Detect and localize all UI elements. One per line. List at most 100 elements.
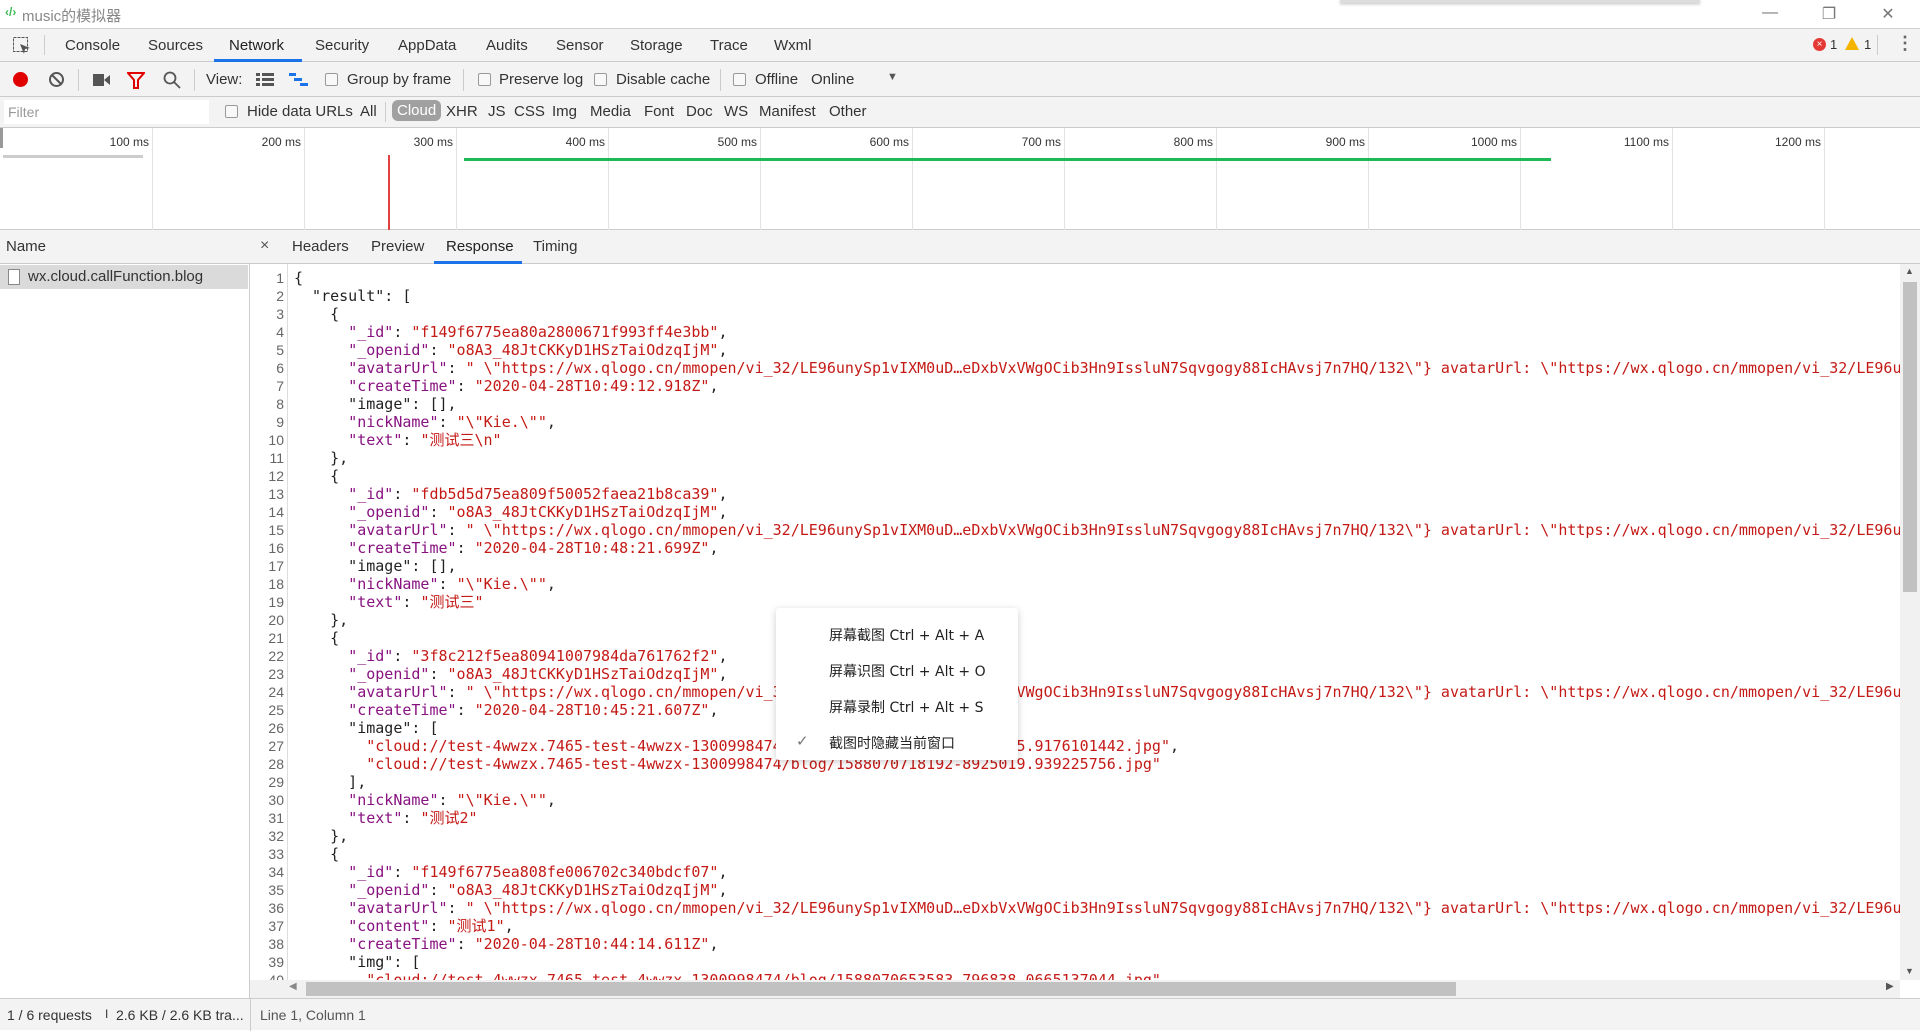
minimize-button[interactable]: —	[1755, 4, 1785, 22]
check-icon: ✓	[796, 732, 809, 750]
filter-type-js[interactable]: JS	[488, 103, 506, 120]
chevron-down-icon[interactable]: ▼	[887, 71, 898, 83]
warning-icon[interactable]	[1845, 37, 1859, 50]
restore-button[interactable]: ❐	[1814, 4, 1844, 24]
vertical-scrollbar[interactable]: ▲ ▼	[1900, 264, 1920, 980]
error-count[interactable]: 1	[1830, 37, 1837, 52]
tab-appdata[interactable]: AppData	[398, 37, 456, 54]
line-number: 21	[268, 630, 284, 646]
more-options-icon[interactable]: ⋮	[1896, 33, 1914, 54]
filter-icon[interactable]	[125, 72, 147, 94]
disable-cache-checkbox[interactable]	[594, 73, 607, 86]
inspect-element-icon[interactable]	[12, 36, 32, 60]
group-by-frame-label: Group by frame	[347, 71, 452, 88]
search-icon[interactable]	[163, 71, 181, 93]
offline-checkbox[interactable]	[733, 73, 746, 86]
tab-storage[interactable]: Storage	[630, 37, 683, 54]
timeline-gridline	[760, 128, 761, 230]
close-detail-icon[interactable]: ×	[260, 237, 269, 255]
request-detail-panel: × Headers Preview Response Timing 123456…	[250, 230, 1920, 998]
horizontal-scrollbar[interactable]: ◀ ▶	[250, 980, 1900, 998]
tab-preview[interactable]: Preview	[371, 238, 424, 255]
timeline-tick-label: 500 ms	[717, 135, 757, 149]
filter-type-manifest[interactable]: Manifest	[759, 103, 816, 120]
close-button[interactable]: ✕	[1873, 4, 1903, 24]
response-viewer[interactable]: 1 2 3 4 5 6 7 8 9 10 11 12 13 14 15 16 17 18 19 20 21 22 23 24 2…	[250, 264, 1900, 986]
tab-audits[interactable]: Audits	[486, 37, 528, 54]
code-line: "image": [],	[294, 557, 457, 575]
code-line: {	[294, 845, 340, 863]
preserve-log-label: Preserve log	[499, 71, 584, 88]
tab-network[interactable]: Network	[229, 37, 284, 54]
large-rows-view-icon[interactable]	[256, 73, 274, 91]
tab-security[interactable]: Security	[315, 37, 369, 54]
line-number: 33	[268, 846, 284, 862]
line-number: 13	[268, 486, 284, 502]
filter-type-font[interactable]: Font	[644, 103, 674, 120]
request-row[interactable]: wx.cloud.callFunction.blog	[0, 265, 248, 289]
timeline-gridline	[608, 128, 609, 230]
timeline-gridline	[456, 128, 457, 230]
tab-timing[interactable]: Timing	[533, 238, 577, 255]
line-number: 30	[268, 792, 284, 808]
filter-input[interactable]	[4, 100, 209, 124]
code-line: "text": "测试三"	[348, 593, 484, 611]
code-line: "_id": "fdb5d5d75ea809f50052faea21b8ca39…	[348, 485, 728, 503]
tab-headers[interactable]: Headers	[292, 238, 349, 255]
menu-item-screen-recognize[interactable]: 屏幕识图 Ctrl + Alt + O	[829, 661, 986, 681]
group-by-frame-checkbox[interactable]	[325, 73, 338, 86]
line-number: 4	[276, 324, 284, 340]
timeline-selection-handle[interactable]	[0, 128, 3, 148]
hide-data-urls-checkbox[interactable]	[225, 105, 238, 118]
tab-wxml[interactable]: Wxml	[774, 37, 812, 54]
waterfall-view-icon[interactable]	[289, 73, 309, 91]
filter-type-doc[interactable]: Doc	[686, 103, 713, 120]
line-number: 22	[268, 648, 284, 664]
horizontal-scroll-thumb[interactable]	[306, 982, 1456, 996]
warning-count[interactable]: 1	[1864, 37, 1871, 52]
throttling-select[interactable]: Online	[811, 71, 854, 88]
devtools-tab-bar: Console Sources Network Security AppData…	[0, 29, 1920, 62]
menu-item-screen-record[interactable]: 屏幕录制 Ctrl + Alt + S	[829, 697, 983, 717]
tab-sensor[interactable]: Sensor	[556, 37, 604, 54]
name-column-header[interactable]: Name	[0, 230, 250, 264]
window-title-bar: ‹/› music的模拟器 — ❐ ✕	[0, 0, 1920, 29]
line-number: 31	[268, 810, 284, 826]
filter-type-media[interactable]: Media	[590, 103, 631, 120]
filter-type-ws[interactable]: WS	[724, 103, 748, 120]
menu-item-screen-capture[interactable]: 屏幕截图 Ctrl + Alt + A	[829, 625, 984, 645]
line-number: 24	[268, 684, 284, 700]
filter-type-cloud[interactable]: Cloud	[392, 100, 442, 121]
line-number: 14	[268, 504, 284, 520]
screenshot-camera-icon[interactable]	[93, 73, 111, 91]
filter-type-css[interactable]: CSS	[514, 103, 545, 120]
record-icon[interactable]	[13, 72, 28, 87]
tab-trace[interactable]: Trace	[710, 37, 748, 54]
tab-sources[interactable]: Sources	[148, 37, 203, 54]
network-overview-timeline[interactable]: 100 ms 200 ms 300 ms 400 ms 500 ms 600 ms 700 …	[0, 128, 1920, 230]
code-line: "avatarUrl": " \"https://wx.qlogo.cn/mmo…	[348, 521, 1900, 539]
timeline-gridline	[1520, 128, 1521, 230]
filter-type-other[interactable]: Other	[829, 103, 867, 120]
code-line: "image": [],	[294, 395, 457, 413]
clear-icon[interactable]	[48, 71, 65, 92]
filter-type-img[interactable]: Img	[552, 103, 577, 120]
timeline-tick-label: 100 ms	[109, 135, 149, 149]
transferred-size: 2.6 KB / 2.6 KB tra...	[116, 1007, 244, 1023]
line-number: 32	[268, 828, 284, 844]
line-number: 11	[269, 450, 284, 466]
line-number: 25	[268, 702, 284, 718]
tab-console[interactable]: Console	[65, 37, 120, 54]
name-header-label: Name	[6, 238, 47, 255]
menu-item-hide-window[interactable]: 截图时隐藏当前窗口	[829, 733, 955, 753]
error-icon[interactable]: ×	[1813, 38, 1826, 51]
cursor-position: Line 1, Column 1	[260, 1007, 366, 1023]
filter-type-all[interactable]: All	[360, 103, 377, 120]
vertical-scroll-thumb[interactable]	[1903, 282, 1917, 592]
preserve-log-checkbox[interactable]	[478, 73, 491, 86]
filter-type-xhr[interactable]: XHR	[446, 103, 478, 120]
tab-response[interactable]: Response	[446, 238, 514, 255]
timeline-tick-label: 600 ms	[869, 135, 909, 149]
line-number: 5	[276, 342, 284, 358]
line-number: 3	[276, 306, 284, 322]
